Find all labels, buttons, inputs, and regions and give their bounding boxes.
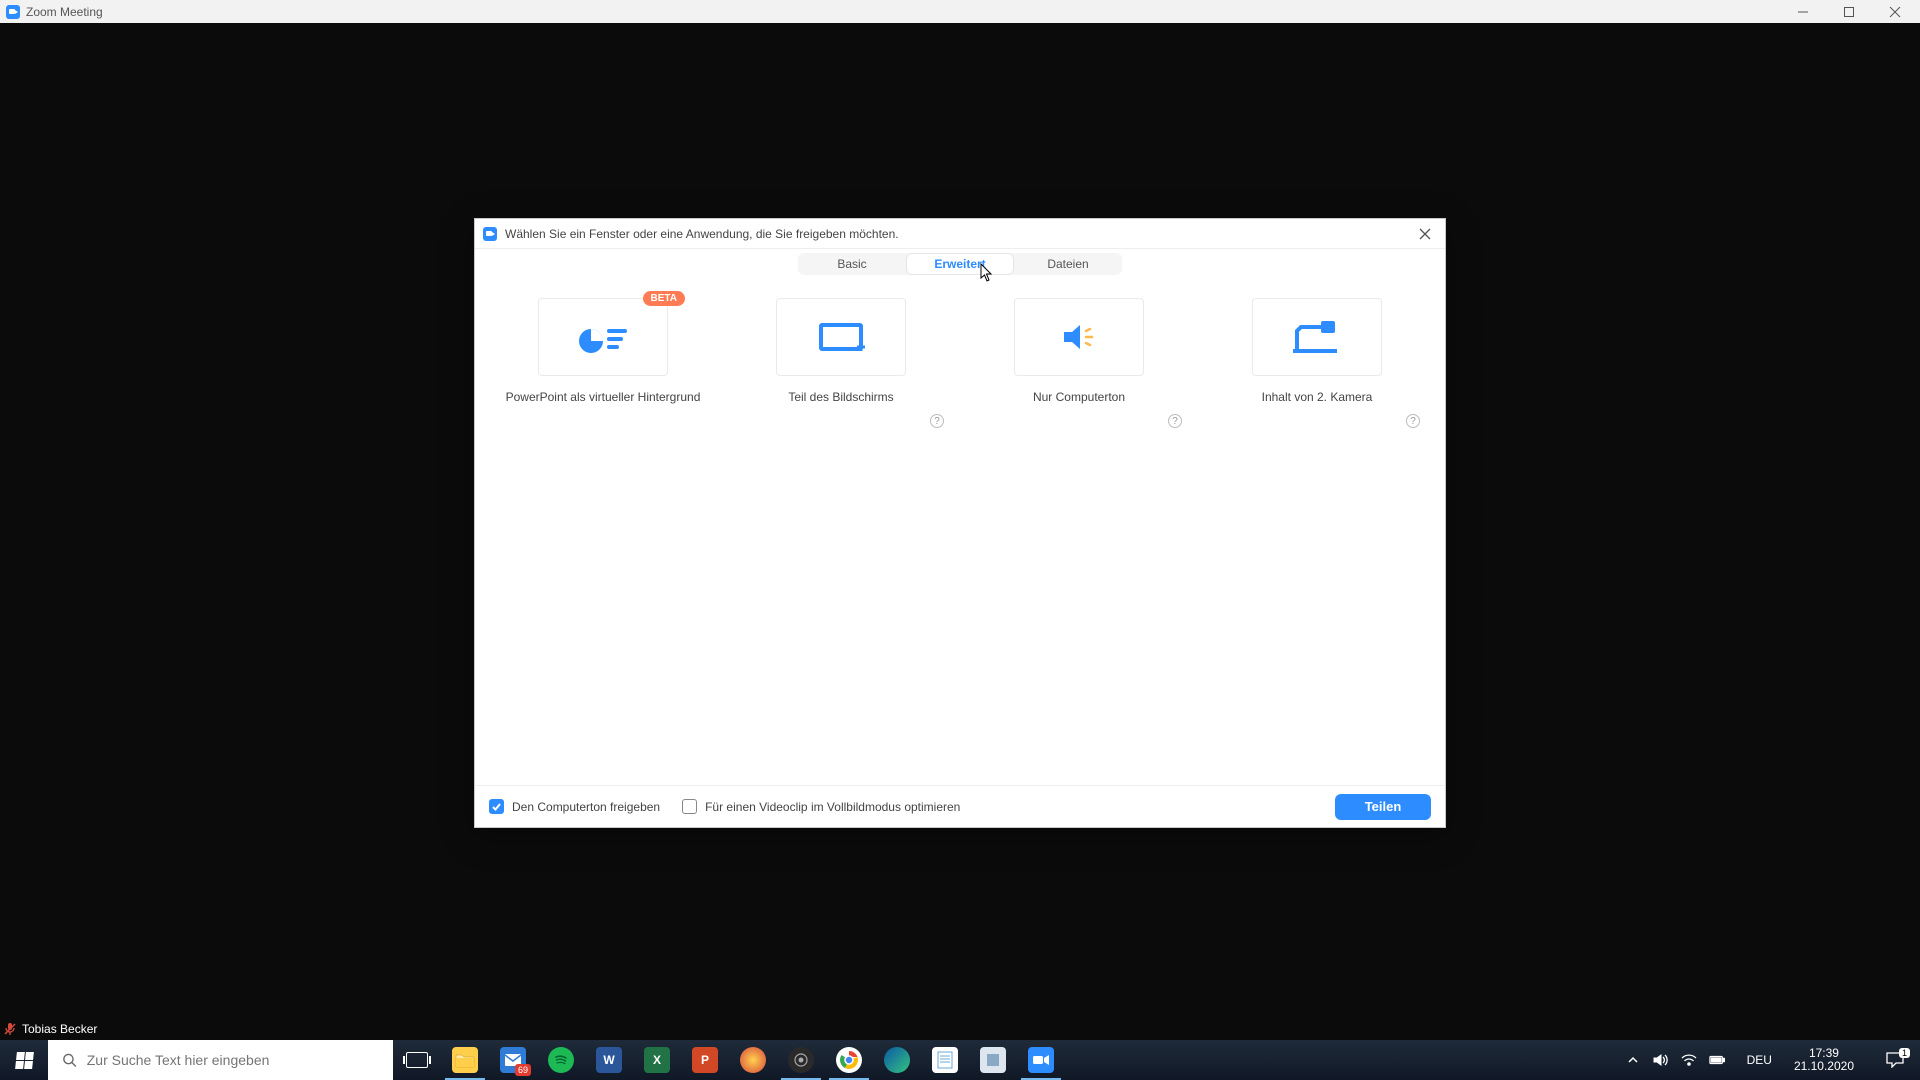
dialog-title: Wählen Sie ein Fenster oder eine Anwendu…: [505, 227, 899, 241]
action-center-button[interactable]: 1: [1872, 1040, 1918, 1080]
obs-icon: [788, 1047, 814, 1073]
task-app-generic-2[interactable]: [969, 1040, 1017, 1080]
excel-icon: X: [644, 1047, 670, 1073]
app-titlebar: Zoom Meeting: [0, 0, 1920, 23]
zoom-icon: [483, 227, 497, 241]
portion-thumb: [776, 298, 906, 376]
checkbox-box: [489, 799, 504, 814]
powerpoint-vb-thumb: BETA: [538, 298, 668, 376]
option-portion-of-screen[interactable]: Teil des Bildschirms ?: [727, 291, 955, 441]
task-zoom[interactable]: [1017, 1040, 1065, 1080]
help-icon[interactable]: ?: [930, 414, 944, 428]
app-title: Zoom Meeting: [26, 5, 103, 19]
start-button[interactable]: [0, 1040, 48, 1080]
minimize-button[interactable]: [1780, 0, 1826, 23]
search-icon: [62, 1052, 77, 1068]
option-label: Teil des Bildschirms: [788, 390, 893, 404]
dialog-bottom-bar: Den Computerton freigeben Für einen Vide…: [475, 785, 1445, 827]
mail-badge: 69: [515, 1064, 531, 1076]
powerpoint-icon: P: [692, 1047, 718, 1073]
app-icon: [980, 1047, 1006, 1073]
system-tray: DEU 17:39 21.10.2020 1: [1619, 1040, 1920, 1080]
task-excel[interactable]: X: [633, 1040, 681, 1080]
tab-basic[interactable]: Basic: [798, 253, 906, 275]
zoom-icon: [1028, 1047, 1054, 1073]
task-view-button[interactable]: [393, 1040, 441, 1080]
word-icon: W: [596, 1047, 622, 1073]
help-icon[interactable]: ?: [1406, 414, 1420, 428]
chrome-icon: [836, 1047, 862, 1073]
checkbox-box: [682, 799, 697, 814]
close-button[interactable]: [1872, 0, 1918, 23]
help-icon[interactable]: ?: [1168, 414, 1182, 428]
task-word[interactable]: W: [585, 1040, 633, 1080]
task-mail[interactable]: 69: [489, 1040, 537, 1080]
notification-badge: 1: [1899, 1048, 1910, 1058]
option-label: Nur Computerton: [1033, 390, 1125, 404]
task-edge[interactable]: [873, 1040, 921, 1080]
task-notepad[interactable]: [921, 1040, 969, 1080]
file-explorer-icon: [452, 1047, 478, 1073]
task-file-explorer[interactable]: [441, 1040, 489, 1080]
wifi-icon[interactable]: [1681, 1052, 1697, 1068]
windows-taskbar: 69 W X P: [0, 1040, 1920, 1080]
checkbox-optimize-video[interactable]: Für einen Videoclip im Vollbildmodus opt…: [682, 799, 960, 814]
task-spotify[interactable]: [537, 1040, 585, 1080]
tab-files[interactable]: Dateien: [1014, 253, 1122, 275]
share-options-grid: BETA PowerPoint als virtueller Hintergru…: [475, 283, 1445, 785]
edge-icon: [884, 1047, 910, 1073]
taskbar-running-apps: 69 W X P: [393, 1040, 1065, 1080]
option-label: PowerPoint als virtueller Hintergrund: [506, 390, 701, 404]
dialog-close-button[interactable]: [1411, 223, 1439, 245]
notepad-icon: [932, 1047, 958, 1073]
share-button[interactable]: Teilen: [1335, 794, 1431, 820]
muted-mic-icon: [4, 1022, 16, 1036]
maximize-button[interactable]: [1826, 0, 1872, 23]
tab-advanced[interactable]: Erweitert: [906, 253, 1014, 275]
share-tabs: Basic Erweitert Dateien: [798, 253, 1122, 275]
beta-badge: BETA: [643, 291, 685, 306]
checkbox-label: Für einen Videoclip im Vollbildmodus opt…: [705, 800, 960, 814]
windows-logo-icon: [15, 1052, 34, 1069]
option-second-camera[interactable]: Inhalt von 2. Kamera ?: [1203, 291, 1431, 441]
checkbox-label: Den Computerton freigeben: [512, 800, 660, 814]
second-cam-thumb: [1252, 298, 1382, 376]
participant-name-label: Tobias Becker: [22, 1022, 97, 1036]
participant-name-overlay: Tobias Becker: [4, 1022, 97, 1036]
app-icon: [740, 1047, 766, 1073]
task-chrome[interactable]: [825, 1040, 873, 1080]
taskbar-clock[interactable]: 17:39 21.10.2020: [1788, 1047, 1860, 1073]
option-computer-audio[interactable]: Nur Computerton ?: [965, 291, 1193, 441]
meeting-video-area: Tobias Becker Wählen Sie ein Fenster ode…: [0, 23, 1920, 1040]
clock-date: 21.10.2020: [1794, 1060, 1854, 1073]
task-powerpoint[interactable]: P: [681, 1040, 729, 1080]
audio-thumb: [1014, 298, 1144, 376]
checkbox-share-computer-audio[interactable]: Den Computerton freigeben: [489, 799, 660, 814]
task-view-icon: [406, 1052, 428, 1068]
dialog-titlebar: Wählen Sie ein Fenster oder eine Anwendu…: [475, 219, 1445, 249]
task-app-generic-1[interactable]: [729, 1040, 777, 1080]
battery-icon[interactable]: [1709, 1052, 1725, 1068]
zoom-icon: [6, 5, 20, 19]
volume-icon[interactable]: [1653, 1052, 1669, 1068]
input-language-indicator[interactable]: DEU: [1743, 1053, 1776, 1067]
taskbar-search-input[interactable]: [87, 1052, 379, 1068]
option-label: Inhalt von 2. Kamera: [1262, 390, 1373, 404]
option-powerpoint-virtual-background[interactable]: BETA PowerPoint als virtueller Hintergru…: [489, 291, 717, 441]
task-obs[interactable]: [777, 1040, 825, 1080]
spotify-icon: [548, 1047, 574, 1073]
taskbar-search[interactable]: [48, 1040, 393, 1080]
share-screen-dialog: Wählen Sie ein Fenster oder eine Anwendu…: [474, 218, 1446, 828]
tray-overflow-button[interactable]: [1625, 1052, 1641, 1068]
